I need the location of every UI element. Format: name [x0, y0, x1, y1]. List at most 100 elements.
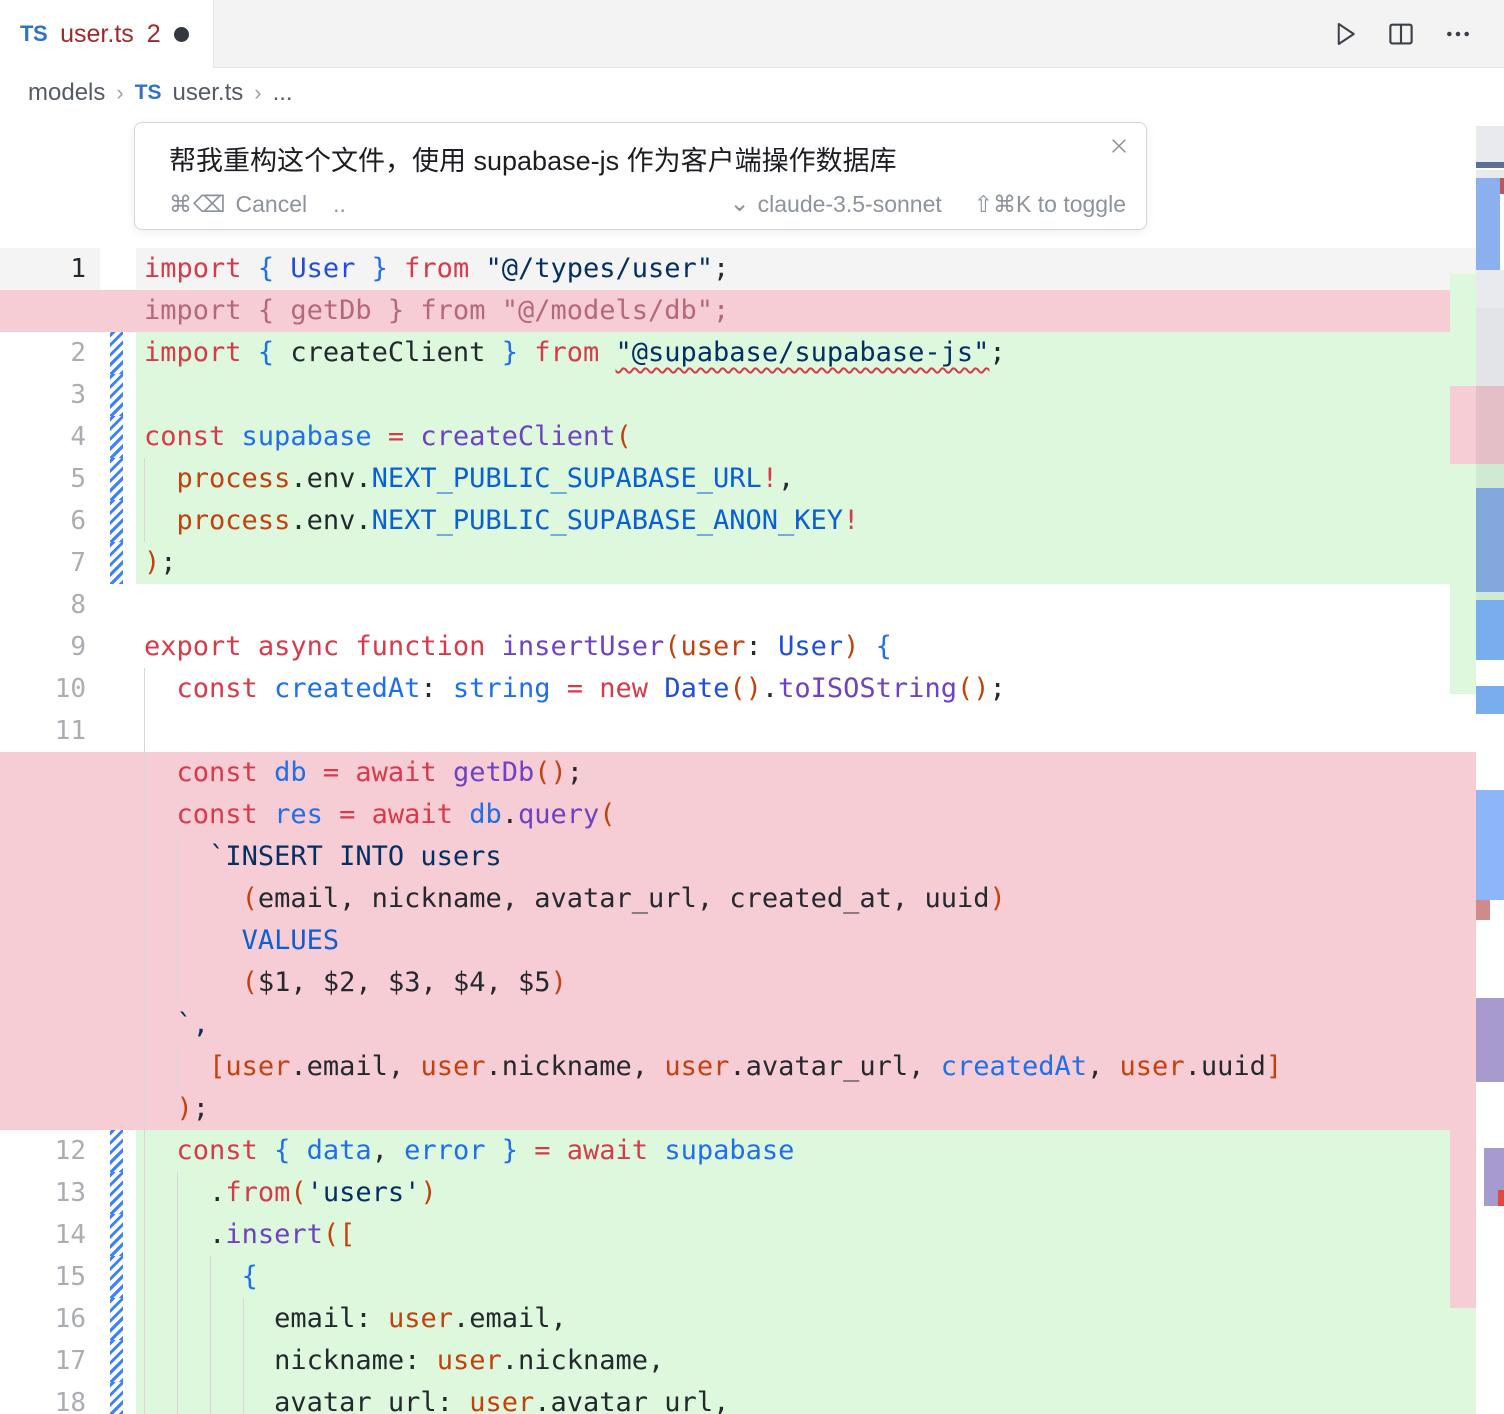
- code-text[interactable]: const res = await db.query(: [136, 794, 1476, 836]
- editor-tab-user-ts[interactable]: TS user.ts 2: [0, 0, 214, 68]
- code-text[interactable]: `,: [136, 1004, 1476, 1046]
- code-text[interactable]: {: [136, 1256, 1476, 1298]
- prompt-input[interactable]: 帮我重构这个文件，使用 supabase-js 作为客户端操作数据库: [169, 139, 1086, 179]
- minimap-block[interactable]: [1476, 308, 1504, 386]
- minimap-block[interactable]: [1476, 600, 1504, 660]
- code-line[interactable]: const db = await getDb();: [0, 752, 1476, 794]
- code-line[interactable]: `INSERT INTO users: [0, 836, 1476, 878]
- more-actions-icon[interactable]: [1442, 18, 1474, 50]
- code-line[interactable]: 8: [0, 584, 1476, 626]
- diff-added-gutter-marker: [100, 1130, 136, 1172]
- code-text[interactable]: .from('users'): [136, 1172, 1476, 1214]
- code-line[interactable]: 2import { createClient } from "@supabase…: [0, 332, 1476, 374]
- code-line[interactable]: 18 avatar_url: user.avatar_url,: [0, 1382, 1476, 1414]
- indent-guide: [177, 878, 178, 920]
- line-number: [0, 1004, 100, 1046]
- code-line[interactable]: 7);: [0, 542, 1476, 584]
- code-text[interactable]: export async function insertUser(user: U…: [136, 626, 1476, 668]
- code-text[interactable]: import { createClient } from "@supabase/…: [136, 332, 1476, 374]
- code-text[interactable]: const supabase = createClient(: [136, 416, 1476, 458]
- code-line[interactable]: 6 process.env.NEXT_PUBLIC_SUPABASE_ANON_…: [0, 500, 1476, 542]
- code-text[interactable]: import { User } from "@/types/user";: [136, 248, 1476, 290]
- code-line[interactable]: 13 .from('users'): [0, 1172, 1476, 1214]
- code-text[interactable]: [136, 710, 1476, 752]
- indent-guide: [144, 836, 145, 878]
- breadcrumb-item-models[interactable]: models: [28, 79, 105, 107]
- model-selector[interactable]: claude-3.5-sonnet: [758, 191, 942, 218]
- code-lines-container[interactable]: 1import { User } from "@/types/user"; im…: [0, 118, 1476, 1414]
- code-line[interactable]: 17 nickname: user.nickname,: [0, 1340, 1476, 1382]
- minimap-block[interactable]: [1476, 998, 1504, 1082]
- code-text[interactable]: (email, nickname, avatar_url, created_at…: [136, 878, 1476, 920]
- model-chevron-down-icon[interactable]: ⌄: [730, 199, 750, 209]
- minimap-block[interactable]: [1476, 790, 1504, 900]
- progress-dots: ..: [333, 191, 346, 218]
- code-text[interactable]: process.env.NEXT_PUBLIC_SUPABASE_URL!,: [136, 458, 1476, 500]
- code-line[interactable]: 12 const { data, error } = await supabas…: [0, 1130, 1476, 1172]
- code-text[interactable]: const createdAt: string = new Date().toI…: [136, 668, 1476, 710]
- code-line[interactable]: 1import { User } from "@/types/user";: [0, 248, 1476, 290]
- code-line[interactable]: `,: [0, 1004, 1476, 1046]
- breadcrumb-item-symbol[interactable]: ...: [273, 79, 293, 107]
- minimap-block[interactable]: [1476, 488, 1504, 592]
- minimap-block[interactable]: [1476, 386, 1504, 464]
- code-line[interactable]: const res = await db.query(: [0, 794, 1476, 836]
- minimap-block[interactable]: [1476, 686, 1504, 714]
- prompt-close-button[interactable]: [1104, 131, 1134, 161]
- code-text[interactable]: ($1, $2, $3, $4, $5): [136, 962, 1476, 1004]
- code-text[interactable]: process.env.NEXT_PUBLIC_SUPABASE_ANON_KE…: [136, 500, 1476, 542]
- minimap-block[interactable]: [1476, 162, 1504, 168]
- code-text[interactable]: import { getDb } from "@/models/db";: [136, 290, 1476, 332]
- code-line[interactable]: (email, nickname, avatar_url, created_at…: [0, 878, 1476, 920]
- code-text[interactable]: email: user.email,: [136, 1298, 1476, 1340]
- run-icon[interactable]: [1330, 19, 1360, 49]
- breadcrumb-item-user-ts[interactable]: user.ts: [173, 79, 244, 107]
- minimap[interactable]: [1476, 118, 1504, 1414]
- code-text[interactable]: nickname: user.nickname,: [136, 1340, 1476, 1382]
- code-line[interactable]: VALUES: [0, 920, 1476, 962]
- minimap-block[interactable]: [1476, 270, 1504, 308]
- indent-guide: [144, 878, 145, 920]
- inline-ai-prompt-widget[interactable]: 帮我重构这个文件，使用 supabase-js 作为客户端操作数据库 ⌘⌫ Ca…: [134, 122, 1147, 230]
- overview-ruler-diff-marker[interactable]: [1450, 386, 1476, 464]
- code-line[interactable]: 9export async function insertUser(user: …: [0, 626, 1476, 668]
- code-text[interactable]: [136, 584, 1476, 626]
- code-line[interactable]: 10 const createdAt: string = new Date().…: [0, 668, 1476, 710]
- overview-ruler-diff-marker[interactable]: [1450, 998, 1476, 1308]
- code-line[interactable]: ($1, $2, $3, $4, $5): [0, 962, 1476, 1004]
- code-text[interactable]: const { data, error } = await supabase: [136, 1130, 1476, 1172]
- overview-ruler-diff-marker[interactable]: [1450, 464, 1476, 694]
- code-line[interactable]: 14 .insert([: [0, 1214, 1476, 1256]
- code-text[interactable]: .insert([: [136, 1214, 1476, 1256]
- code-line[interactable]: 15 {: [0, 1256, 1476, 1298]
- code-text[interactable]: avatar_url: user.avatar_url,: [136, 1382, 1476, 1414]
- code-text[interactable]: const db = await getDb();: [136, 752, 1476, 794]
- minimap-block[interactable]: [1498, 1190, 1504, 1206]
- cancel-button[interactable]: Cancel: [236, 191, 308, 218]
- overview-ruler-diff-marker[interactable]: [1450, 1308, 1476, 1414]
- editor-gutter: [100, 1046, 136, 1088]
- unsaved-dot-icon[interactable]: [174, 27, 189, 42]
- code-line[interactable]: 11: [0, 710, 1476, 752]
- code-line[interactable]: [user.email, user.nickname, user.avatar_…: [0, 1046, 1476, 1088]
- minimap-block[interactable]: [1500, 178, 1504, 194]
- code-line[interactable]: 3: [0, 374, 1476, 416]
- code-line[interactable]: 16 email: user.email,: [0, 1298, 1476, 1340]
- minimap-block[interactable]: [1476, 126, 1504, 164]
- code-text[interactable]: );: [136, 1088, 1476, 1130]
- code-editor[interactable]: 1import { User } from "@/types/user"; im…: [0, 118, 1504, 1414]
- code-line[interactable]: import { getDb } from "@/models/db";: [0, 290, 1476, 332]
- code-text[interactable]: `INSERT INTO users: [136, 836, 1476, 878]
- split-editor-icon[interactable]: [1386, 19, 1416, 49]
- minimap-block[interactable]: [1476, 178, 1500, 270]
- code-text[interactable]: [136, 374, 1476, 416]
- code-text[interactable]: );: [136, 542, 1476, 584]
- code-text[interactable]: VALUES: [136, 920, 1476, 962]
- code-text[interactable]: [user.email, user.nickname, user.avatar_…: [136, 1046, 1476, 1088]
- minimap-block[interactable]: [1476, 900, 1490, 920]
- line-number: 5: [0, 458, 100, 500]
- code-line[interactable]: 5 process.env.NEXT_PUBLIC_SUPABASE_URL!,: [0, 458, 1476, 500]
- editor-gutter: [100, 626, 136, 668]
- code-line[interactable]: );: [0, 1088, 1476, 1130]
- code-line[interactable]: 4const supabase = createClient(: [0, 416, 1476, 458]
